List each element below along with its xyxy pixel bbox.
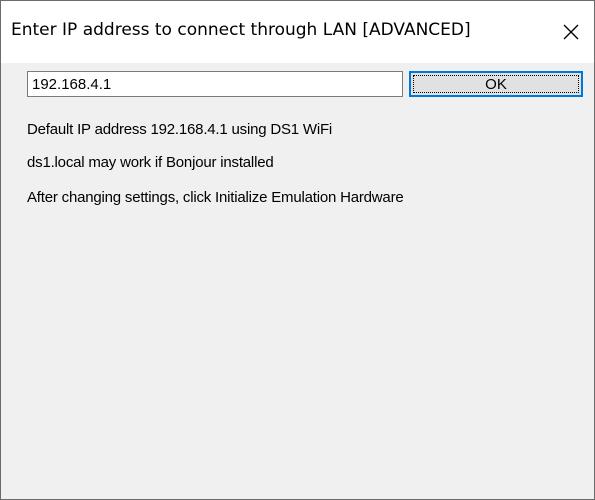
window-title: Enter IP address to connect through LAN … bbox=[11, 20, 471, 40]
close-button[interactable] bbox=[548, 1, 594, 63]
info-bonjour-hint: ds1.local may work if Bonjour installed bbox=[27, 154, 274, 171]
info-default-ip: Default IP address 192.168.4.1 using DS1… bbox=[27, 121, 333, 138]
dialog-body: OK Default IP address 192.168.4.1 using … bbox=[1, 63, 594, 499]
info-initialize-hint: After changing settings, click Initializ… bbox=[27, 189, 404, 206]
close-icon bbox=[563, 24, 579, 40]
title-bar: Enter IP address to connect through LAN … bbox=[1, 1, 594, 63]
dialog-window: Enter IP address to connect through LAN … bbox=[0, 0, 595, 500]
ok-button-label: OK bbox=[413, 75, 579, 93]
ok-button[interactable]: OK bbox=[409, 71, 583, 97]
ip-address-input[interactable] bbox=[27, 71, 403, 97]
